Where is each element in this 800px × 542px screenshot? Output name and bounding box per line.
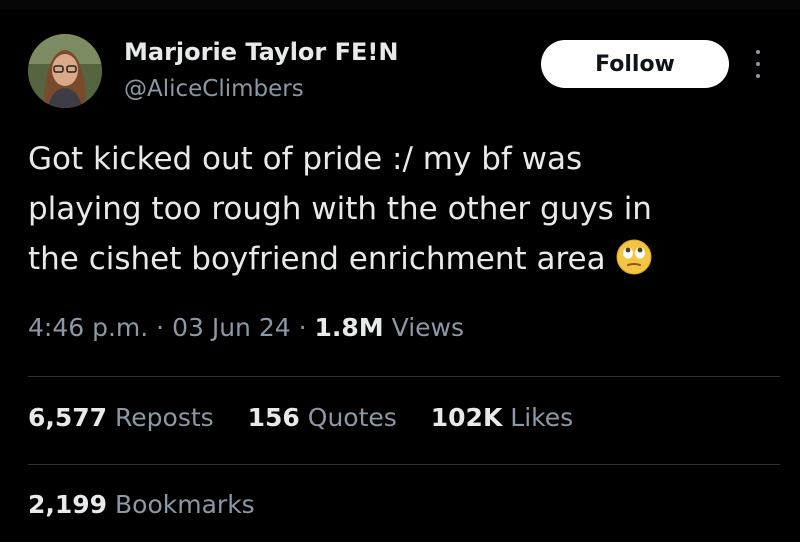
tweet-date[interactable]: 03 Jun 24 — [172, 313, 291, 342]
quotes-count: 156 — [247, 403, 300, 432]
avatar-image — [28, 34, 102, 108]
reposts-label: Reposts — [115, 403, 214, 432]
tweet-time[interactable]: 4:46 p.m. — [28, 313, 148, 342]
tweet-line: Got kicked out of pride :/ my bf was — [28, 141, 583, 177]
engagement-stats: 6,577 Reposts 156 Quotes 102K Likes — [28, 403, 599, 432]
views-count: 1.8M — [314, 313, 384, 342]
user-handle[interactable]: @AliceClimbers — [124, 76, 304, 102]
likes-stat[interactable]: 102K Likes — [431, 403, 573, 432]
reposts-stat[interactable]: 6,577 Reposts — [28, 403, 214, 432]
tweet-text: Got kicked out of pride :/ my bf was pla… — [28, 134, 778, 284]
reposts-count: 6,577 — [28, 403, 108, 432]
tweet-meta: 4:46 p.m. · 03 Jun 24 · 1.8M Views — [28, 313, 464, 342]
divider — [28, 464, 780, 465]
display-name[interactable]: Marjorie Taylor FE!N — [124, 38, 398, 66]
quotes-label: Quotes — [307, 403, 397, 432]
more-options-icon[interactable] — [752, 50, 764, 78]
avatar[interactable] — [28, 34, 102, 108]
meta-separator: · — [298, 313, 307, 342]
tweet-line-last: the cishet boyfriend enrichment area — [28, 234, 778, 284]
likes-label: Likes — [510, 403, 574, 432]
eye-roll-emoji-icon — [616, 239, 652, 275]
likes-count: 102K — [430, 403, 503, 432]
divider — [28, 376, 780, 377]
quotes-stat[interactable]: 156 Quotes — [248, 403, 397, 432]
bookmarks-count: 2,199 — [28, 490, 108, 519]
bookmarks-stat[interactable]: 2,199 Bookmarks — [28, 490, 255, 519]
meta-separator: · — [156, 313, 165, 342]
bookmarks-label: Bookmarks — [115, 490, 255, 519]
follow-button[interactable]: Follow — [541, 40, 729, 88]
views-label: Views — [391, 313, 464, 342]
tweet-line: playing too rough with the other guys in — [28, 191, 652, 227]
top-divider — [0, 0, 800, 10]
